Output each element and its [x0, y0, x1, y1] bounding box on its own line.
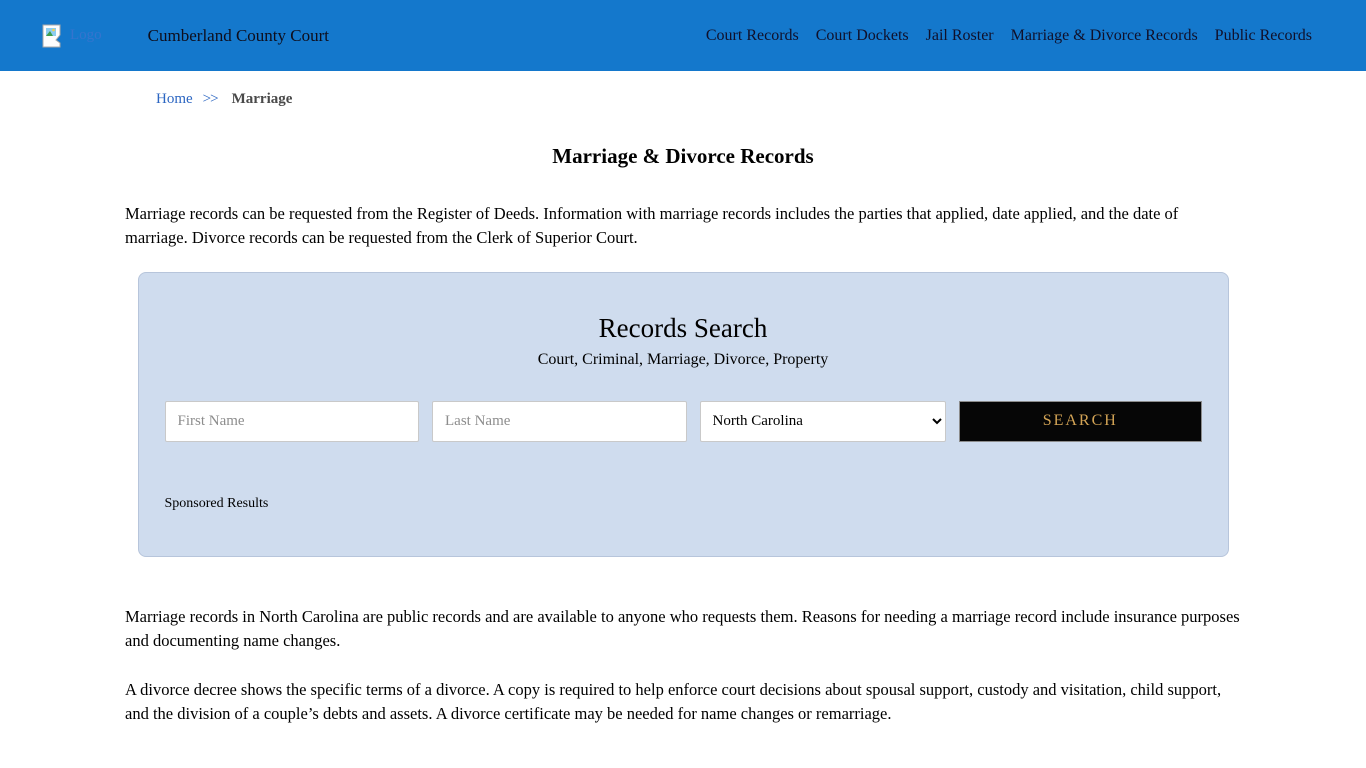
records-search-panel: Records Search Court, Criminal, Marriage… — [138, 272, 1229, 557]
marriage-records-paragraph: Marriage records in North Carolina are p… — [125, 605, 1241, 653]
nav-marriage-divorce-records[interactable]: Marriage & Divorce Records — [1011, 27, 1198, 45]
site-title: Cumberland County Court — [148, 26, 329, 46]
search-form-row: North Carolina SEARCH — [165, 401, 1202, 442]
divorce-decree-paragraph: A divorce decree shows the specific term… — [125, 678, 1241, 726]
logo-alt-text: Logo — [70, 27, 102, 44]
records-search-subtitle: Court, Criminal, Marriage, Divorce, Prop… — [165, 351, 1202, 369]
search-button[interactable]: SEARCH — [959, 401, 1202, 442]
state-select[interactable]: North Carolina — [700, 401, 947, 442]
nav-jail-roster[interactable]: Jail Roster — [926, 27, 994, 45]
breadcrumb-home-link[interactable]: Home — [156, 91, 193, 108]
logo-link[interactable]: Logo — [40, 23, 102, 49]
page-title: Marriage & Divorce Records — [0, 144, 1366, 169]
nav-court-records[interactable]: Court Records — [706, 27, 799, 45]
intro-paragraph: Marriage records can be requested from t… — [125, 202, 1241, 250]
nav-public-records[interactable]: Public Records — [1215, 27, 1312, 45]
main-nav: Court Records Court Dockets Jail Roster … — [706, 27, 1312, 45]
breadcrumb: Home >> Marriage — [156, 91, 1366, 108]
broken-image-icon — [40, 23, 66, 49]
last-name-input[interactable] — [432, 401, 687, 442]
breadcrumb-separator: >> — [203, 91, 218, 108]
nav-court-dockets[interactable]: Court Dockets — [816, 27, 909, 45]
records-search-title: Records Search — [165, 313, 1202, 344]
first-name-input[interactable] — [165, 401, 420, 442]
breadcrumb-current: Marriage — [232, 91, 293, 108]
top-nav-bar: Logo Cumberland County Court Court Recor… — [0, 0, 1366, 71]
sponsored-results-label: Sponsored Results — [165, 496, 1202, 512]
